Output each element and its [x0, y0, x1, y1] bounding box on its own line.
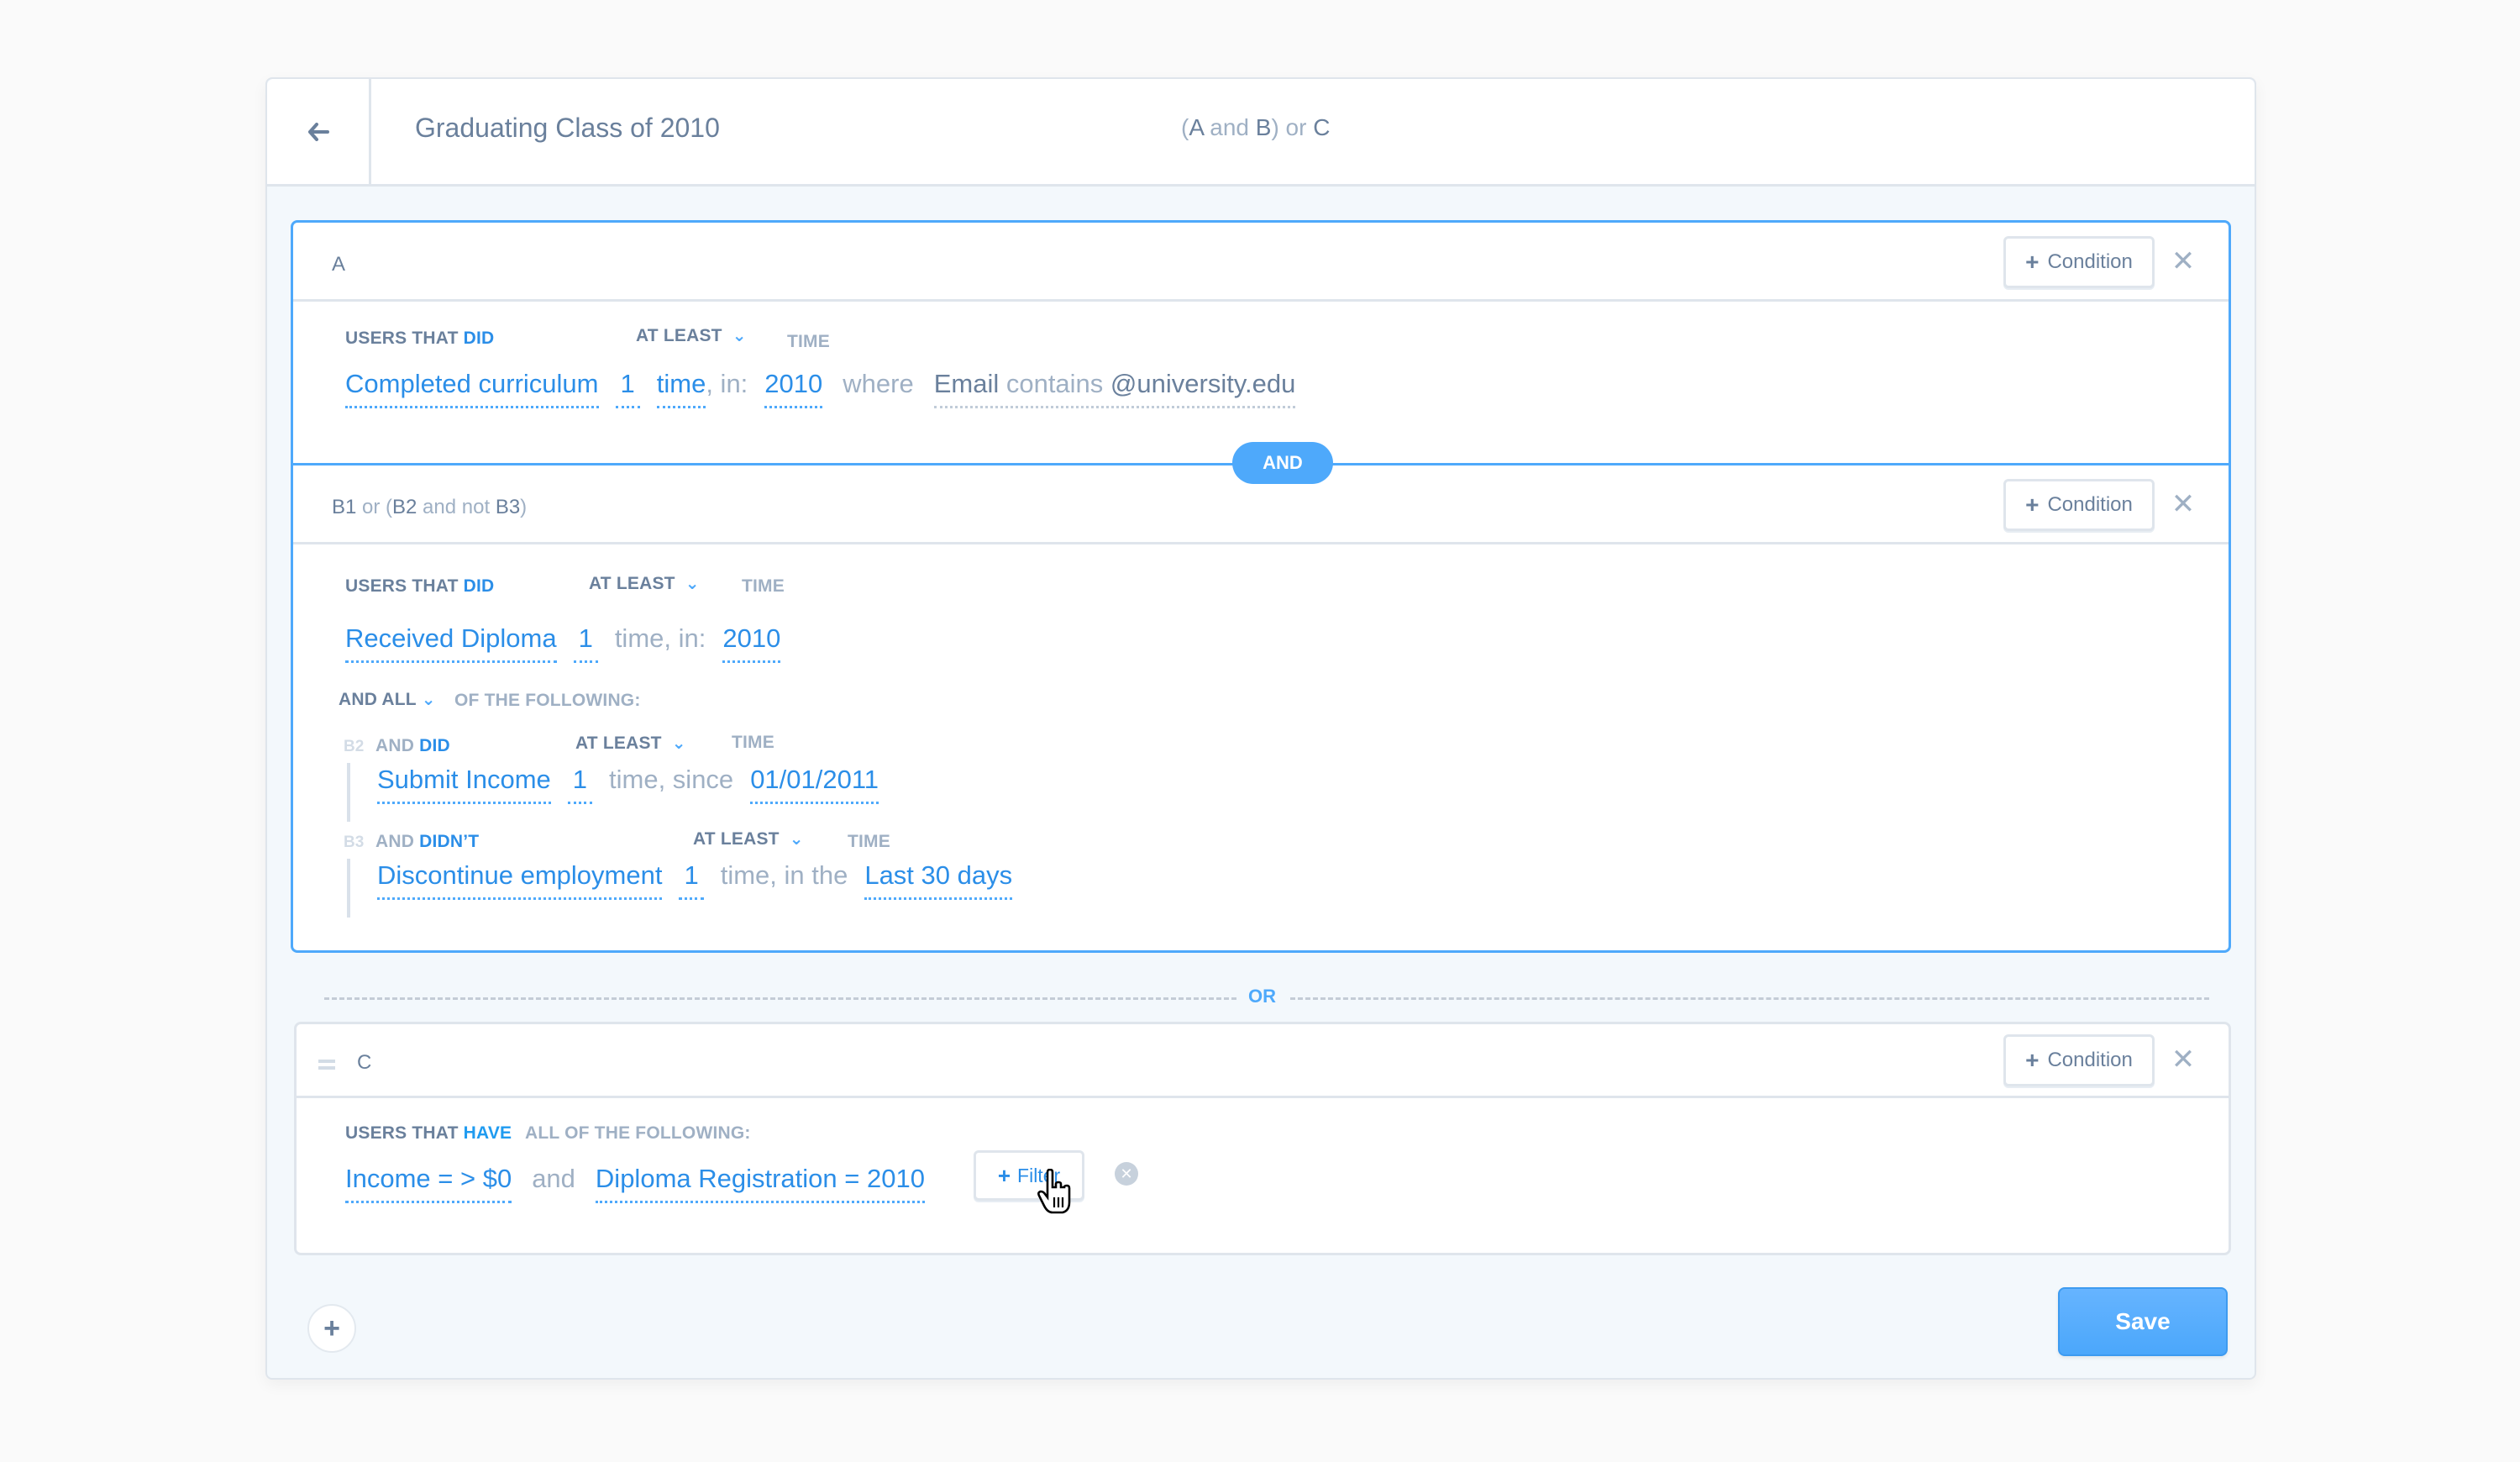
- time-label: TIME: [732, 733, 774, 752]
- at-least-dropdown[interactable]: AT LEAST ⌄: [693, 828, 804, 849]
- group-c: C + Condition ✕ USERS THAT HAVE ALL OF T…: [294, 1022, 2231, 1255]
- period-selector[interactable]: 01/01/2011: [750, 765, 879, 804]
- add-condition-button[interactable]: + Condition: [2003, 1034, 2155, 1086]
- separator-line: [324, 997, 1236, 1000]
- and-all-dropdown[interactable]: AND ALL ⌄: [339, 689, 436, 710]
- group-a-header: A + Condition ✕: [293, 223, 2229, 302]
- separator-line: [1290, 997, 2209, 1000]
- time-label: TIME: [787, 332, 830, 351]
- plus-icon: +: [2025, 1047, 2040, 1073]
- at-least-dropdown[interactable]: AT LEAST ⌄: [589, 573, 700, 594]
- event-selector[interactable]: Received Diploma: [345, 623, 557, 663]
- and-did-label: AND DID: [375, 736, 450, 755]
- sub-condition-tag: B3: [344, 834, 365, 851]
- condition-row-b1: Received Diploma 1 time, in: 2010: [345, 623, 781, 663]
- chevron-down-icon: ⌄: [685, 575, 700, 593]
- group-b: AND B1 or (B2 and not B3) + Condition ✕ …: [291, 442, 2231, 953]
- users-that-have-label: USERS THAT HAVE: [345, 1123, 512, 1143]
- time-label: TIME: [742, 576, 785, 596]
- segment-editor-card: Graduating Class of 2010 (A and B) or C …: [265, 77, 2256, 1380]
- chevron-down-icon: ⌄: [671, 734, 686, 753]
- time-label: TIME: [848, 832, 890, 851]
- sub-condition-bar: [347, 763, 350, 822]
- period-selector[interactable]: 2010: [722, 623, 781, 663]
- or-label[interactable]: OR: [1248, 986, 1276, 1007]
- plus-icon: +: [2025, 249, 2040, 275]
- hand-pointer-cursor-icon: [1037, 1169, 1071, 1214]
- users-that-did-label: USERS THAT DID: [345, 576, 495, 596]
- event-selector[interactable]: Completed curriculum: [345, 369, 599, 408]
- group-label: A: [332, 253, 346, 276]
- group-label: C: [357, 1051, 372, 1074]
- all-of-the-following-label: ALL OF THE FOLLOWING:: [525, 1123, 751, 1143]
- plus-icon: +: [997, 1162, 1011, 1188]
- group-a: A + Condition ✕ USERS THAT DID AT LEAST ⌄…: [291, 220, 2231, 465]
- drag-handle-icon[interactable]: [318, 1060, 335, 1070]
- property-filter[interactable]: Email contains @university.edu: [933, 369, 1296, 408]
- connector-text: time, in:: [614, 623, 706, 653]
- event-selector[interactable]: Discontinue employment: [377, 860, 663, 900]
- count-input[interactable]: 1: [567, 765, 593, 804]
- or-separator: OR: [324, 986, 2209, 1011]
- joiner-text: and: [532, 1164, 575, 1193]
- connector-text: time, in the: [720, 860, 848, 890]
- chevron-down-icon: ⌄: [789, 830, 804, 849]
- condition-row-b3: Discontinue employment 1 time, in the La…: [377, 860, 1013, 900]
- add-group-button[interactable]: +: [307, 1304, 356, 1353]
- group-c-header: C + Condition ✕: [297, 1024, 2229, 1098]
- sub-condition-tag: B2: [344, 738, 365, 755]
- at-least-dropdown[interactable]: AT LEAST ⌄: [575, 733, 686, 754]
- group-label: B1 or (B2 and not B3): [332, 496, 528, 518]
- count-input[interactable]: 1: [679, 860, 704, 900]
- period-selector[interactable]: Last 30 days: [864, 860, 1013, 900]
- arrow-left-icon: [307, 122, 329, 141]
- plus-icon: +: [323, 1312, 340, 1344]
- close-icon[interactable]: ✕: [2166, 487, 2200, 521]
- users-that-did-label: USERS THAT DID: [345, 329, 495, 348]
- plus-icon: +: [2025, 492, 2040, 518]
- period-selector[interactable]: 2010: [764, 369, 823, 408]
- count-input[interactable]: 1: [615, 369, 640, 408]
- time-unit-selector[interactable]: time: [656, 369, 706, 408]
- button-label: Condition: [2047, 250, 2133, 273]
- button-label: Condition: [2047, 1049, 2133, 1071]
- close-icon[interactable]: ✕: [2166, 1043, 2200, 1076]
- property-filter[interactable]: Diploma Registration = 2010: [595, 1164, 925, 1203]
- close-icon[interactable]: ✕: [2166, 245, 2200, 278]
- filter-row: Income = > $0 and Diploma Registration =…: [345, 1164, 925, 1203]
- property-filter[interactable]: Income = > $0: [345, 1164, 512, 1203]
- segment-formula: (A and B) or C: [1181, 114, 1331, 140]
- header-bar: Graduating Class of 2010 (A and B) or C: [267, 79, 2255, 187]
- chevron-down-icon: ⌄: [421, 691, 436, 709]
- count-input[interactable]: 1: [573, 623, 598, 663]
- group-b-header: B1 or (B2 and not B3) + Condition ✕: [293, 465, 2229, 544]
- connector-text: time, since: [609, 765, 734, 794]
- page-title: Graduating Class of 2010: [415, 113, 720, 143]
- add-condition-button[interactable]: + Condition: [2003, 479, 2155, 531]
- where-text: where: [843, 369, 914, 398]
- and-didnt-label: AND DIDN’T: [375, 832, 480, 851]
- chevron-down-icon: ⌄: [732, 327, 747, 345]
- clear-filters-icon[interactable]: ✕: [1115, 1162, 1138, 1186]
- back-button[interactable]: [267, 79, 371, 184]
- button-label: Condition: [2047, 493, 2133, 516]
- save-button[interactable]: Save: [2058, 1287, 2228, 1356]
- connector-text: , in:: [706, 369, 748, 398]
- of-the-following-label: OF THE FOLLOWING:: [454, 691, 641, 710]
- add-condition-button[interactable]: + Condition: [2003, 236, 2155, 288]
- event-selector[interactable]: Submit Income: [377, 765, 551, 804]
- condition-row-b2: Submit Income 1 time, since 01/01/2011: [377, 765, 879, 804]
- at-least-dropdown[interactable]: AT LEAST ⌄: [636, 325, 747, 346]
- condition-row: Completed curriculum 1 time , in: 2010 w…: [345, 369, 1296, 408]
- sub-condition-bar: [347, 859, 350, 918]
